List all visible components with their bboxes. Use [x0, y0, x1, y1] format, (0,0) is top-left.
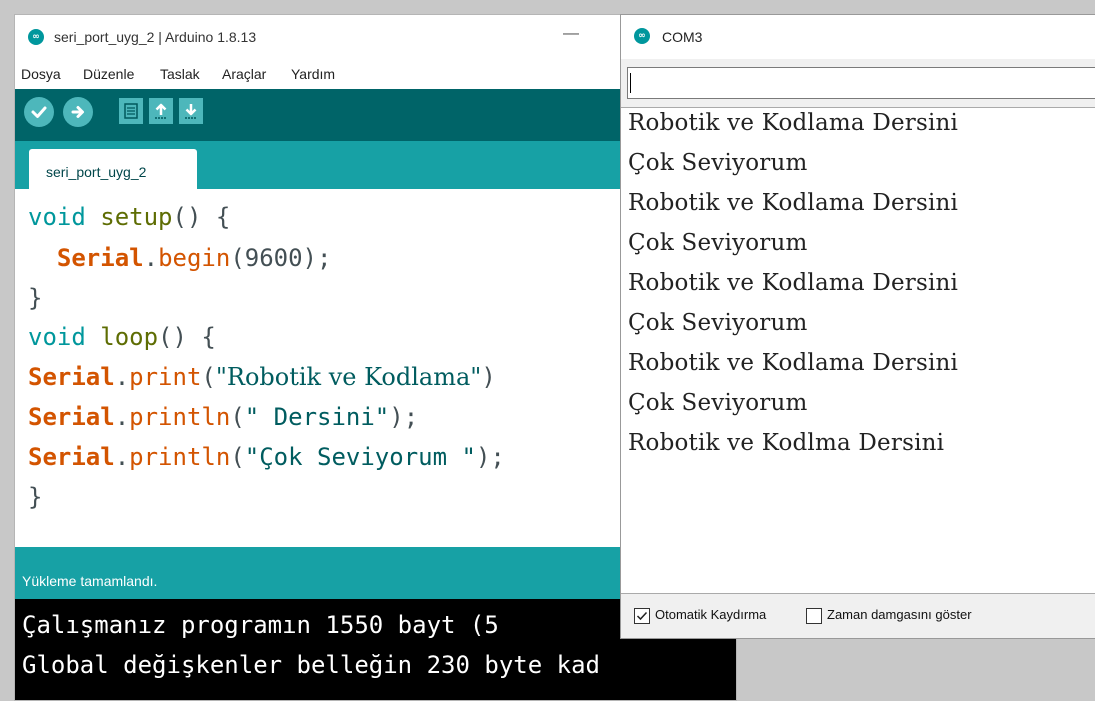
arrow-right-icon: [71, 106, 84, 118]
output-line: Çok Seviyorum: [628, 150, 808, 176]
arduino-logo-icon: ∞: [634, 28, 650, 44]
minimize-button[interactable]: —: [563, 25, 579, 43]
autoscroll-checkbox[interactable]: [634, 608, 650, 624]
serial-output-area[interactable]: Robotik ve Kodlama Dersini Çok Seviyorum…: [621, 107, 1095, 594]
open-sketch-button[interactable]: [149, 98, 173, 124]
output-line: Çok Seviyorum: [628, 390, 808, 416]
upload-status-text: Yükleme tamamlandı.: [22, 573, 158, 589]
serial-monitor-window: ∞ COM3 Robotik ve Kodlama Dersini Çok Se…: [620, 14, 1095, 639]
checkmark-icon: [31, 106, 47, 118]
menu-dosya[interactable]: Dosya: [21, 66, 61, 82]
code-line-3: }: [28, 284, 43, 312]
menu-duzenle[interactable]: Düzenle: [83, 66, 134, 82]
tab-label: seri_port_uyg_2: [46, 164, 147, 180]
monitor-window-title: COM3: [662, 29, 703, 45]
output-line: Robotik ve Kodlama Dersini: [628, 270, 959, 296]
output-line: Robotik ve Kodlama Dersini: [628, 190, 959, 216]
save-sketch-button[interactable]: [179, 98, 203, 124]
menu-yardim[interactable]: Yardım: [291, 66, 335, 82]
console-line: Çalışmanız programın 1550 bayt (5: [22, 611, 499, 639]
code-line-8: }: [28, 483, 43, 511]
ide-window-title: seri_port_uyg_2 | Arduino 1.8.13: [54, 29, 257, 45]
code-line-1: void setup() {: [28, 203, 231, 231]
arduino-logo-icon: ∞: [28, 29, 44, 45]
upload-button[interactable]: [63, 97, 93, 127]
output-line: Çok Seviyorum: [628, 230, 808, 256]
timestamp-checkbox[interactable]: [806, 608, 822, 624]
timestamp-label[interactable]: Zaman damgasını göster: [827, 607, 972, 622]
code-line-7: Serial.println("Çok Seviyorum ");: [28, 443, 505, 471]
checkmark-icon: [636, 611, 648, 621]
output-line: Robotik ve Kodlama Dersini: [628, 350, 959, 376]
new-file-icon: [124, 103, 138, 119]
verify-button[interactable]: [24, 97, 54, 127]
console-line: Global değişkenler belleğin 230 byte kad: [22, 651, 600, 679]
save-arrow-down-icon: [185, 104, 197, 119]
text-caret: [630, 73, 631, 93]
serial-send-input[interactable]: [627, 67, 1095, 99]
output-line: Robotik ve Kodlma Dersini: [628, 430, 945, 456]
autoscroll-label[interactable]: Otomatik Kaydırma: [655, 607, 766, 622]
open-arrow-up-icon: [155, 103, 167, 119]
new-sketch-button[interactable]: [119, 98, 143, 124]
code-line-5: Serial.print("Robotik ve Kodlama"): [28, 363, 496, 391]
menu-araclar[interactable]: Araçlar: [222, 66, 266, 82]
code-line-2: Serial.begin(9600);: [56, 244, 332, 272]
monitor-footer: Otomatik Kaydırma Zaman damgasını göster: [621, 595, 1095, 638]
menu-taslak[interactable]: Taslak: [160, 66, 200, 82]
monitor-titlebar: ∞ COM3: [621, 15, 1095, 59]
output-line: Çok Seviyorum: [628, 310, 808, 336]
code-line-4: void loop() {: [28, 323, 216, 351]
code-line-6: Serial.println(" Dersini");: [28, 403, 419, 431]
output-line: Robotik ve Kodlama Dersini: [628, 110, 959, 136]
tab-seri-port-uyg-2[interactable]: seri_port_uyg_2: [29, 149, 197, 189]
